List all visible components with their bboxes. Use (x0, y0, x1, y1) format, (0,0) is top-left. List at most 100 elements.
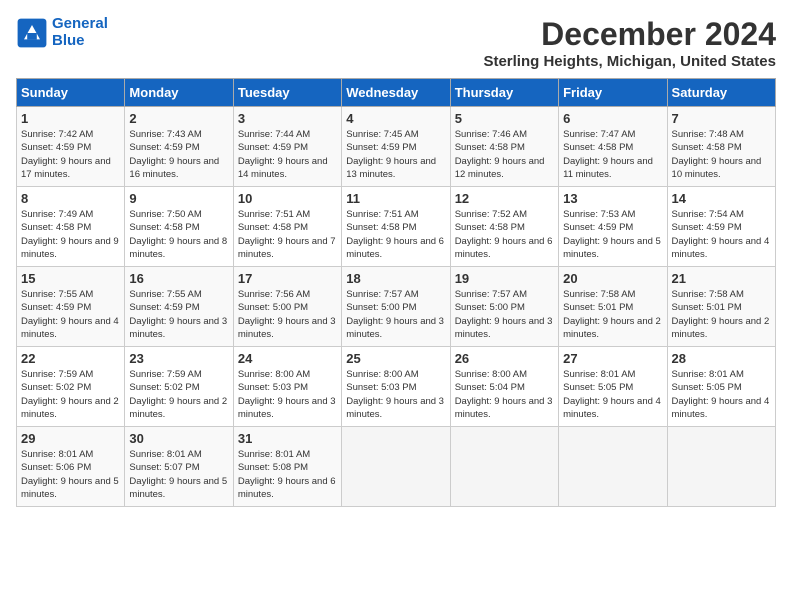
calendar-cell: 25 Sunrise: 8:00 AMSunset: 5:03 PMDayligh… (342, 347, 450, 427)
day-info: Sunrise: 7:53 AMSunset: 4:59 PMDaylight:… (563, 208, 662, 261)
calendar-cell: 17Sunrise: 7:56 AMSunset: 5:00 PMDayligh… (233, 267, 341, 347)
day-number: 17 (238, 271, 337, 286)
calendar-header-row: SundayMondayTuesdayWednesdayThursdayFrid… (17, 79, 776, 107)
day-number: 25 (346, 351, 445, 366)
weekday-header-wednesday: Wednesday (342, 79, 450, 107)
month-title: December 2024 (483, 16, 776, 53)
calendar-cell: 22 Sunrise: 7:59 AMSunset: 5:02 PMDayligh… (17, 347, 125, 427)
day-info: Sunrise: 8:00 AMSunset: 5:03 PMDaylight:… (238, 368, 337, 421)
weekday-header-sunday: Sunday (17, 79, 125, 107)
calendar-week-row: 8 Sunrise: 7:49 AMSunset: 4:58 PMDaylight… (17, 187, 776, 267)
day-info: Sunrise: 8:00 AMSunset: 5:03 PMDaylight:… (346, 368, 445, 421)
day-info: Sunrise: 7:42 AMSunset: 4:59 PMDaylight:… (21, 128, 120, 181)
calendar-week-row: 15Sunrise: 7:55 AMSunset: 4:59 PMDayligh… (17, 267, 776, 347)
day-info: Sunrise: 8:01 AMSunset: 5:05 PMDaylight:… (563, 368, 662, 421)
logo-icon (16, 17, 48, 49)
calendar-cell: 24 Sunrise: 8:00 AMSunset: 5:03 PMDayligh… (233, 347, 341, 427)
day-info: Sunrise: 7:59 AMSunset: 5:02 PMDaylight:… (129, 368, 228, 421)
day-number: 13 (563, 191, 662, 206)
calendar-cell: 26 Sunrise: 8:00 AMSunset: 5:04 PMDayligh… (450, 347, 558, 427)
day-info: Sunrise: 7:48 AMSunset: 4:58 PMDaylight:… (672, 128, 771, 181)
day-info: Sunrise: 7:50 AMSunset: 4:58 PMDaylight:… (129, 208, 228, 261)
calendar-cell: 11Sunrise: 7:51 AMSunset: 4:58 PMDayligh… (342, 187, 450, 267)
calendar-table: SundayMondayTuesdayWednesdayThursdayFrid… (16, 78, 776, 507)
day-number: 2 (129, 111, 228, 126)
calendar-week-row: 1 Sunrise: 7:42 AMSunset: 4:59 PMDaylight… (17, 107, 776, 187)
calendar-cell (667, 427, 775, 507)
calendar-cell: 15Sunrise: 7:55 AMSunset: 4:59 PMDayligh… (17, 267, 125, 347)
day-info: Sunrise: 7:51 AMSunset: 4:58 PMDaylight:… (238, 208, 337, 261)
calendar-cell: 30 Sunrise: 8:01 AMSunset: 5:07 PMDayligh… (125, 427, 233, 507)
calendar-cell (450, 427, 558, 507)
weekday-header-saturday: Saturday (667, 79, 775, 107)
day-number: 8 (21, 191, 120, 206)
weekday-header-monday: Monday (125, 79, 233, 107)
calendar-cell: 7 Sunrise: 7:48 AMSunset: 4:58 PMDaylight… (667, 107, 775, 187)
day-info: Sunrise: 8:00 AMSunset: 5:04 PMDaylight:… (455, 368, 554, 421)
day-info: Sunrise: 7:47 AMSunset: 4:58 PMDaylight:… (563, 128, 662, 181)
day-info: Sunrise: 8:01 AMSunset: 5:07 PMDaylight:… (129, 448, 228, 501)
location-subtitle: Sterling Heights, Michigan, United State… (483, 53, 776, 70)
day-info: Sunrise: 8:01 AMSunset: 5:08 PMDaylight:… (238, 448, 337, 501)
calendar-week-row: 29 Sunrise: 8:01 AMSunset: 5:06 PMDayligh… (17, 427, 776, 507)
weekday-header-tuesday: Tuesday (233, 79, 341, 107)
day-number: 6 (563, 111, 662, 126)
day-number: 5 (455, 111, 554, 126)
day-number: 28 (672, 351, 771, 366)
day-number: 29 (21, 431, 120, 446)
logo-text-blue: Blue (52, 33, 108, 50)
day-info: Sunrise: 7:58 AMSunset: 5:01 PMDaylight:… (672, 288, 771, 341)
day-number: 7 (672, 111, 771, 126)
logo-wordmark: General Blue (52, 16, 108, 49)
day-number: 3 (238, 111, 337, 126)
calendar-cell: 13 Sunrise: 7:53 AMSunset: 4:59 PMDayligh… (559, 187, 667, 267)
day-number: 22 (21, 351, 120, 366)
calendar-cell: 29 Sunrise: 8:01 AMSunset: 5:06 PMDayligh… (17, 427, 125, 507)
calendar-cell: 27 Sunrise: 8:01 AMSunset: 5:05 PMDayligh… (559, 347, 667, 427)
day-number: 20 (563, 271, 662, 286)
calendar-cell: 23Sunrise: 7:59 AMSunset: 5:02 PMDayligh… (125, 347, 233, 427)
calendar-cell: 20 Sunrise: 7:58 AMSunset: 5:01 PMDayligh… (559, 267, 667, 347)
day-info: Sunrise: 7:43 AMSunset: 4:59 PMDaylight:… (129, 128, 228, 181)
day-number: 12 (455, 191, 554, 206)
day-info: Sunrise: 7:59 AMSunset: 5:02 PMDaylight:… (21, 368, 120, 421)
logo-text-general: General (52, 15, 108, 32)
day-number: 26 (455, 351, 554, 366)
calendar-cell: 14Sunrise: 7:54 AMSunset: 4:59 PMDayligh… (667, 187, 775, 267)
calendar-cell: 18Sunrise: 7:57 AMSunset: 5:00 PMDayligh… (342, 267, 450, 347)
calendar-cell: 1 Sunrise: 7:42 AMSunset: 4:59 PMDaylight… (17, 107, 125, 187)
calendar-cell: 10 Sunrise: 7:51 AMSunset: 4:58 PMDayligh… (233, 187, 341, 267)
day-number: 1 (21, 111, 120, 126)
day-number: 15 (21, 271, 120, 286)
calendar-cell: 2 Sunrise: 7:43 AMSunset: 4:59 PMDaylight… (125, 107, 233, 187)
calendar-cell: 5Sunrise: 7:46 AMSunset: 4:58 PMDaylight… (450, 107, 558, 187)
day-info: Sunrise: 8:01 AMSunset: 5:06 PMDaylight:… (21, 448, 120, 501)
day-number: 10 (238, 191, 337, 206)
calendar-cell: 3Sunrise: 7:44 AMSunset: 4:59 PMDaylight… (233, 107, 341, 187)
calendar-cell: 31 Sunrise: 8:01 AMSunset: 5:08 PMDayligh… (233, 427, 341, 507)
day-info: Sunrise: 7:49 AMSunset: 4:58 PMDaylight:… (21, 208, 120, 261)
calendar-cell (342, 427, 450, 507)
calendar-cell: 28Sunrise: 8:01 AMSunset: 5:05 PMDayligh… (667, 347, 775, 427)
title-section: December 2024 Sterling Heights, Michigan… (483, 16, 776, 70)
calendar-cell: 16Sunrise: 7:55 AMSunset: 4:59 PMDayligh… (125, 267, 233, 347)
day-number: 14 (672, 191, 771, 206)
day-info: Sunrise: 7:51 AMSunset: 4:58 PMDaylight:… (346, 208, 445, 261)
calendar-cell: 6 Sunrise: 7:47 AMSunset: 4:58 PMDaylight… (559, 107, 667, 187)
calendar-cell: 12 Sunrise: 7:52 AMSunset: 4:58 PMDayligh… (450, 187, 558, 267)
day-number: 4 (346, 111, 445, 126)
day-number: 27 (563, 351, 662, 366)
day-number: 31 (238, 431, 337, 446)
calendar-cell: 8 Sunrise: 7:49 AMSunset: 4:58 PMDaylight… (17, 187, 125, 267)
calendar-cell: 4Sunrise: 7:45 AMSunset: 4:59 PMDaylight… (342, 107, 450, 187)
day-number: 24 (238, 351, 337, 366)
day-info: Sunrise: 7:52 AMSunset: 4:58 PMDaylight:… (455, 208, 554, 261)
calendar-cell: 21 Sunrise: 7:58 AMSunset: 5:01 PMDayligh… (667, 267, 775, 347)
day-number: 30 (129, 431, 228, 446)
day-number: 19 (455, 271, 554, 286)
day-info: Sunrise: 7:57 AMSunset: 5:00 PMDaylight:… (346, 288, 445, 341)
day-info: Sunrise: 7:58 AMSunset: 5:01 PMDaylight:… (563, 288, 662, 341)
calendar-cell: 19Sunrise: 7:57 AMSunset: 5:00 PMDayligh… (450, 267, 558, 347)
calendar-cell (559, 427, 667, 507)
day-number: 21 (672, 271, 771, 286)
